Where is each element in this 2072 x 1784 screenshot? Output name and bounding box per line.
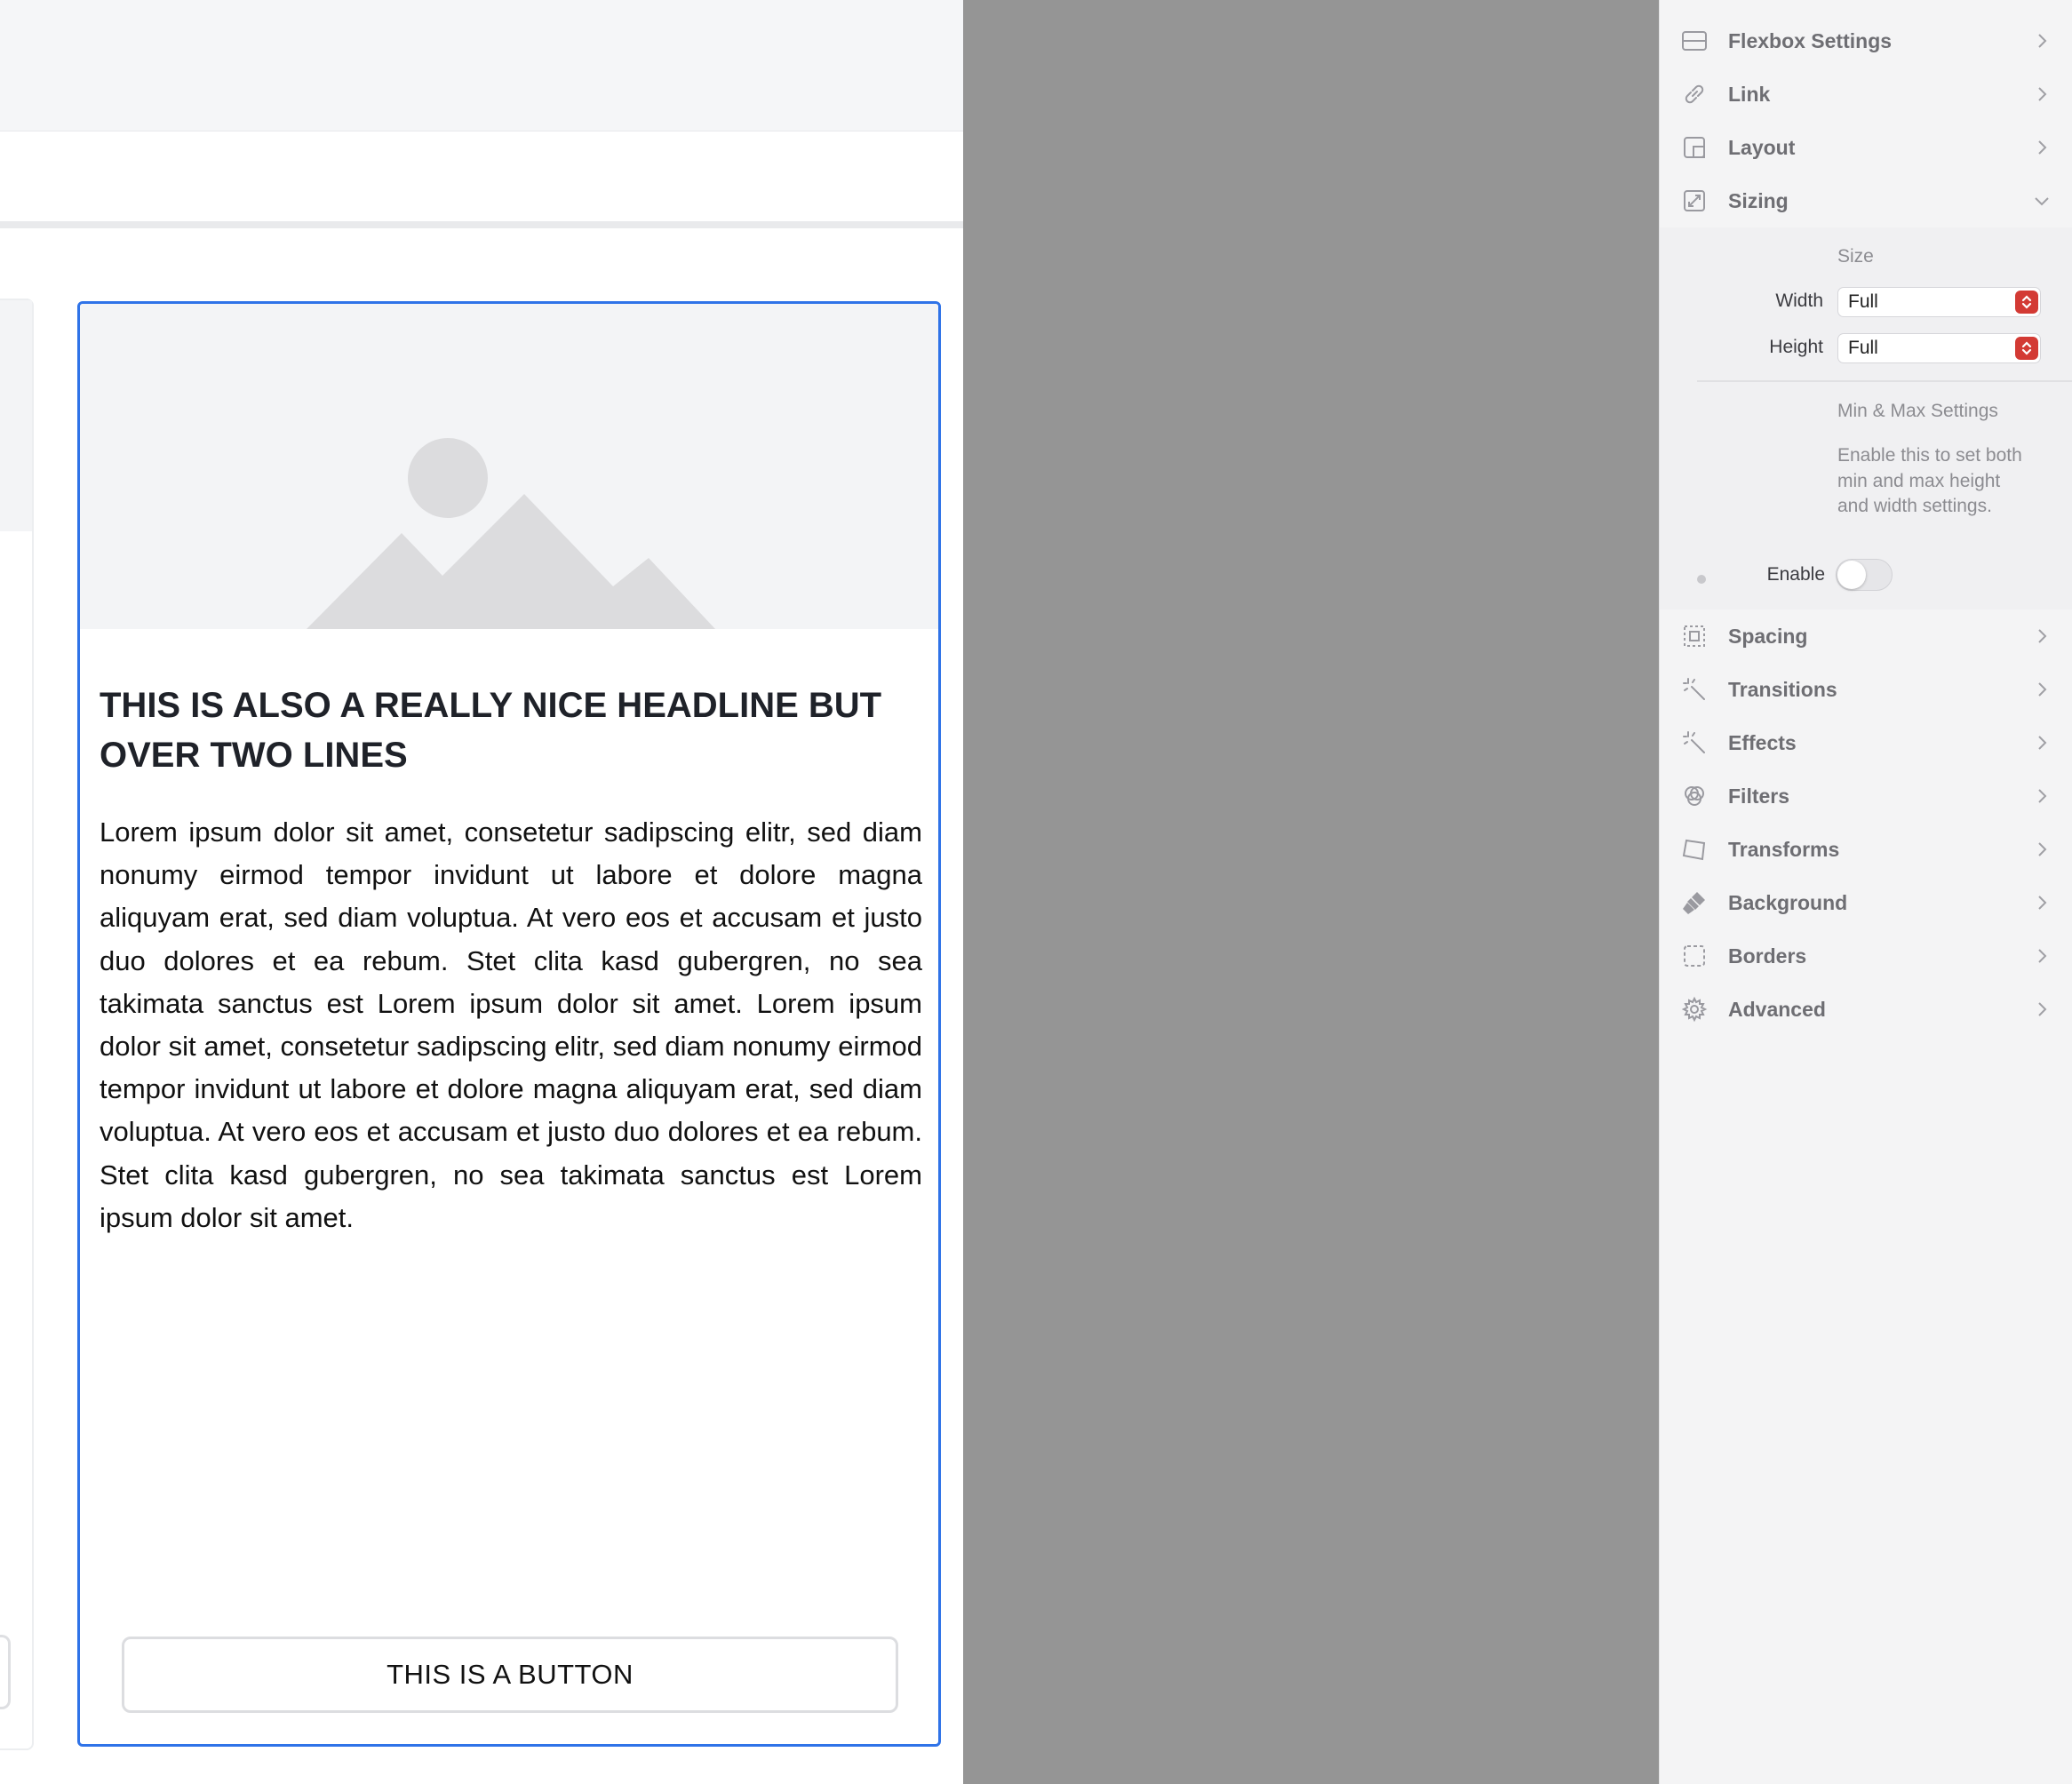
section-background[interactable]: Background [1660, 876, 2072, 929]
height-select[interactable]: Full [1837, 333, 2041, 363]
section-effects[interactable]: Effects [1660, 716, 2072, 769]
magic-wand-icon [1681, 729, 1708, 756]
section-borders[interactable]: Borders [1660, 929, 2072, 983]
filters-icon [1681, 783, 1708, 809]
section-transforms[interactable]: Transforms [1660, 823, 2072, 876]
minmax-description: Enable this to set both min and max heig… [1837, 445, 2022, 516]
section-flexbox-settings[interactable]: Flexbox Settings [1660, 14, 2072, 68]
chevron-right-icon [2031, 785, 2052, 807]
chevron-right-icon [2031, 84, 2052, 105]
card-body-text: Lorem ipsum dolor sit amet, consetetur s… [100, 816, 922, 1233]
image-placeholder[interactable] [80, 304, 938, 629]
section-sizing[interactable]: Sizing [1660, 174, 2072, 227]
section-label: Spacing [1728, 625, 1808, 648]
width-value: Full [1848, 291, 1878, 312]
section-filters[interactable]: Filters [1660, 769, 2072, 823]
image-placeholder-icon [307, 438, 715, 629]
select-stepper-icon [2015, 291, 2038, 314]
chevron-right-icon [2031, 679, 2052, 700]
gear-icon [1681, 996, 1708, 1023]
canvas-preview: , , d t , o o t a n THIS IS ALSO A REALL… [0, 0, 963, 1784]
chevron-right-icon [2031, 30, 2052, 52]
section-label: Flexbox Settings [1728, 29, 1893, 52]
workspace-gutter [963, 0, 1659, 1784]
section-label: Transitions [1728, 678, 1837, 701]
width-label: Width [1775, 291, 1823, 311]
layout-icon [1681, 134, 1708, 161]
flexbox-icon [1681, 28, 1708, 54]
previous-card-button-edge[interactable] [0, 1635, 11, 1709]
sizing-settings: Size Width Full Height Full Min & Max Se… [1660, 227, 2072, 609]
previous-card-partial[interactable]: , , d t , o o t a n [0, 300, 32, 1748]
section-link[interactable]: Link [1660, 68, 2072, 121]
selected-card[interactable]: THIS IS ALSO A REALLY NICE HEADLINE BUT … [77, 301, 941, 1747]
borders-icon [1681, 943, 1708, 969]
sizing-icon [1681, 187, 1708, 214]
height-label: Height [1769, 337, 1823, 357]
transform-icon [1681, 836, 1708, 863]
link-icon [1681, 81, 1708, 108]
divider [1697, 380, 2072, 382]
section-label: Layout [1728, 136, 1796, 159]
card-headline: THIS IS ALSO A REALLY NICE HEADLINE BUT … [100, 686, 882, 775]
width-select[interactable]: Full [1837, 287, 2041, 317]
minmax-heading: Min & Max Settings [1837, 401, 1998, 421]
previous-card-image [0, 300, 32, 531]
section-divider [0, 221, 963, 228]
section-transitions[interactable]: Transitions [1660, 663, 2072, 716]
enable-toggle[interactable] [1836, 559, 1893, 591]
section-label: Link [1728, 83, 1771, 106]
section-spacing[interactable]: Spacing [1660, 609, 2072, 663]
chevron-right-icon [2031, 999, 2052, 1020]
preview-top-section [0, 0, 963, 131]
toggle-knob [1837, 561, 1866, 589]
spacing-icon [1681, 623, 1708, 649]
chevron-down-icon [2031, 190, 2052, 211]
chevron-right-icon [2031, 945, 2052, 967]
height-value: Full [1848, 338, 1878, 358]
section-label: Filters [1728, 784, 1790, 808]
select-stepper-icon [2015, 337, 2038, 360]
section-advanced[interactable]: Advanced [1660, 983, 2072, 1036]
card-button[interactable]: THIS IS A BUTTON [122, 1637, 898, 1713]
section-layout[interactable]: Layout [1660, 121, 2072, 174]
chevron-right-icon [2031, 839, 2052, 860]
status-dot [1697, 575, 1706, 584]
section-label: Advanced [1728, 998, 1826, 1021]
chevron-right-icon [2031, 137, 2052, 158]
magic-wand-icon [1681, 676, 1708, 703]
size-heading: Size [1837, 246, 1874, 267]
chevron-right-icon [2031, 625, 2052, 647]
section-label: Background [1728, 891, 1848, 914]
section-label: Transforms [1728, 838, 1840, 861]
settings-panel: Flexbox Settings Link Layout Sizing Size… [1659, 0, 2072, 1784]
section-label: Effects [1728, 731, 1797, 754]
section-label: Sizing [1728, 189, 1789, 212]
enable-label: Enable [1766, 564, 1825, 585]
chevron-right-icon [2031, 892, 2052, 913]
chevron-right-icon [2031, 732, 2052, 753]
section-label: Borders [1728, 944, 1807, 968]
paint-brush-icon [1681, 889, 1708, 916]
